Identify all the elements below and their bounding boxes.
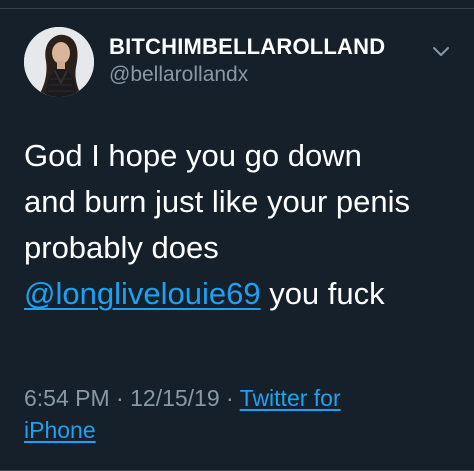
- avatar[interactable]: [24, 27, 94, 97]
- tweet-text-line-mention: @longlivelouie69 you fuck: [24, 271, 464, 317]
- tweet-time[interactable]: 6:54 PM: [24, 385, 110, 411]
- user-handle[interactable]: @bellarollandx: [109, 62, 385, 88]
- tweet-text: God I hope you go down and burn just lik…: [24, 133, 464, 317]
- top-divider: [0, 0, 474, 9]
- tweet-text-line: probably does: [24, 230, 219, 265]
- tweet-header: BITCHIMBELLAROLLAND @bellarollandx: [109, 34, 385, 88]
- tweet-date[interactable]: 12/15/19: [130, 385, 220, 411]
- meta-separator: ·: [219, 385, 240, 411]
- display-name[interactable]: BITCHIMBELLAROLLAND: [109, 34, 385, 60]
- source-label: Twitter for: [239, 385, 341, 411]
- tweet-text-after-mention: you fuck: [260, 276, 385, 311]
- tweet-metadata: 6:54 PM · 12/15/19 · Twitter for iPhone: [24, 382, 464, 446]
- mention-link[interactable]: @longlivelouie69: [24, 276, 261, 311]
- source-label: iPhone: [24, 417, 96, 443]
- tweet-text-line: and burn just like your penis: [24, 184, 411, 219]
- tweet-text-line: God I hope you go down: [24, 138, 362, 173]
- chevron-down-icon[interactable]: [430, 40, 452, 62]
- meta-separator: ·: [109, 385, 131, 411]
- avatar-photo: [24, 27, 94, 97]
